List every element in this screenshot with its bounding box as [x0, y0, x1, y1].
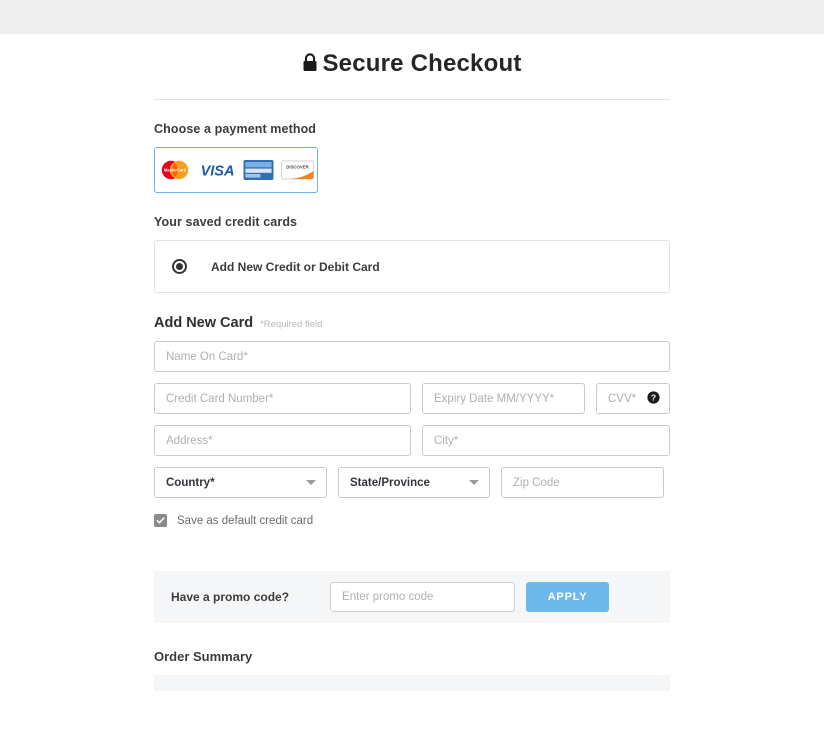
- form-row-card: Credit Card Number* Expiry Date MM/YYYY*…: [154, 383, 670, 414]
- save-default-label: Save as default credit card: [177, 514, 314, 527]
- form-row-name: Name On Card*: [154, 341, 670, 372]
- saved-card-option-row[interactable]: Add New Credit or Debit Card: [154, 240, 670, 293]
- required-field-note: *Required field: [260, 319, 323, 330]
- form-row-address: Address* City*: [154, 425, 670, 456]
- chevron-down-icon: [306, 480, 316, 485]
- page-title: Secure Checkout: [154, 50, 670, 81]
- saved-card-option-label: Add New Credit or Debit Card: [211, 259, 380, 274]
- payment-method-card-group[interactable]: MasterCard VISA DISCOVER: [154, 147, 318, 193]
- chevron-down-icon: [469, 480, 479, 485]
- cvv-input-label: CVV*: [608, 392, 637, 405]
- radio-dot: [176, 263, 183, 270]
- expiry-date-input[interactable]: Expiry Date MM/YYYY*: [422, 383, 585, 414]
- svg-text:MasterCard: MasterCard: [164, 168, 187, 173]
- browser-top-bar: [0, 0, 824, 34]
- checkout-content: Secure Checkout Choose a payment method …: [154, 34, 670, 691]
- order-summary-panel: [154, 675, 670, 691]
- page-title-text: Secure Checkout: [322, 50, 522, 77]
- form-row-region: Country* State/Province Zip Code: [154, 467, 670, 498]
- checkout-page: Secure Checkout Choose a payment method …: [0, 34, 824, 691]
- svg-text:DISCOVER: DISCOVER: [286, 164, 309, 169]
- payment-method-label: Choose a payment method: [154, 122, 317, 136]
- discover-logo: DISCOVER: [281, 159, 314, 181]
- title-divider: [154, 99, 670, 100]
- credit-card-number-input[interactable]: Credit Card Number*: [154, 383, 411, 414]
- add-new-card-title: Add New Card: [154, 315, 254, 331]
- save-default-checkbox[interactable]: [154, 514, 167, 527]
- cvv-field-group[interactable]: CVV* ?: [596, 383, 670, 414]
- amex-logo: [243, 159, 274, 181]
- state-province-select-value: State/Province: [350, 476, 430, 489]
- mastercard-logo: MasterCard: [158, 159, 192, 181]
- save-default-row[interactable]: Save as default credit card: [154, 514, 670, 527]
- visa-logo: VISA: [199, 159, 236, 181]
- add-new-card-header: Add New Card *Required field: [154, 315, 670, 331]
- address-input[interactable]: Address*: [154, 425, 411, 456]
- saved-cards-label: Your saved credit cards: [154, 215, 298, 229]
- order-summary-title: Order Summary: [154, 649, 253, 664]
- promo-code-input[interactable]: Enter promo code: [330, 582, 516, 612]
- lock-icon: [302, 51, 318, 79]
- country-select[interactable]: Country*: [154, 467, 327, 498]
- apply-promo-button[interactable]: APPLY: [526, 582, 610, 612]
- svg-text:VISA: VISA: [201, 164, 235, 180]
- zip-code-input[interactable]: Zip Code: [501, 467, 664, 498]
- svg-text:?: ?: [651, 392, 656, 402]
- radio-add-new-card[interactable]: [172, 259, 187, 274]
- name-on-card-input[interactable]: Name On Card*: [154, 341, 670, 372]
- help-icon[interactable]: ?: [647, 390, 660, 407]
- country-select-value: Country*: [166, 476, 215, 489]
- promo-code-panel: Have a promo code? Enter promo code APPL…: [154, 571, 670, 623]
- promo-code-label: Have a promo code?: [171, 590, 290, 604]
- city-input[interactable]: City*: [422, 425, 670, 456]
- state-province-select[interactable]: State/Province: [338, 467, 490, 498]
